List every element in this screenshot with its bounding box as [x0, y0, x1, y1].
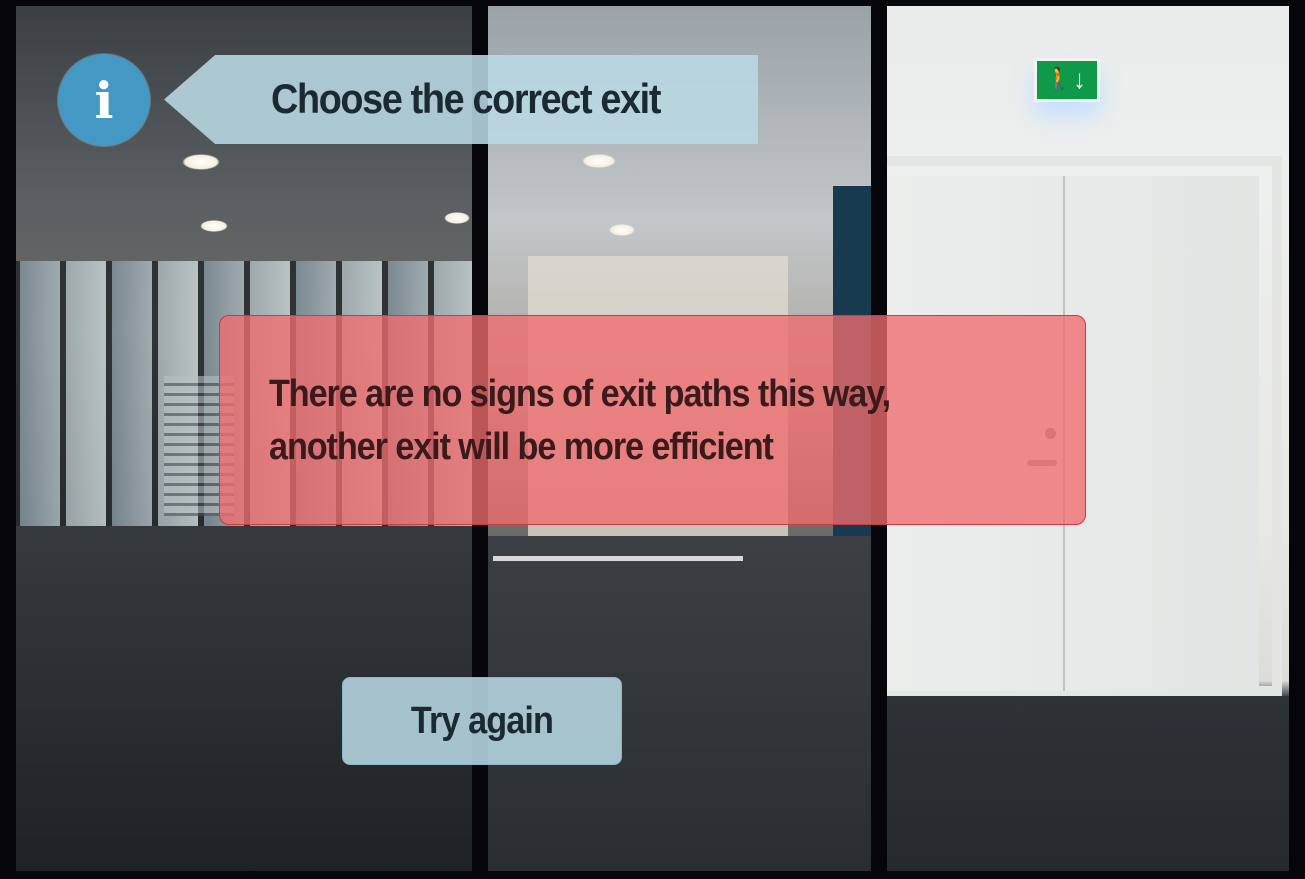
game-scene: 🚶 ↓ i Choose the correct exit There are …	[0, 0, 1305, 879]
feedback-box	[219, 315, 1086, 525]
ceiling-light	[444, 212, 470, 224]
ceiling-light	[609, 224, 635, 236]
emergency-exit-sign-icon: 🚶 ↓	[1034, 58, 1100, 102]
try-again-label: Try again	[410, 699, 554, 742]
panel-divider	[0, 0, 16, 879]
ceiling-light	[582, 154, 616, 168]
panel-divider	[1289, 0, 1305, 879]
floor	[887, 696, 1289, 871]
feedback-message-line-1: There are no signs of exit paths this wa…	[269, 373, 891, 415]
floor-marking	[493, 556, 743, 561]
info-icon: i	[58, 54, 150, 146]
ceiling-light	[200, 220, 228, 232]
try-again-button[interactable]: Try again	[342, 677, 622, 765]
instruction-text: Choose the correct exit	[271, 75, 661, 122]
feedback-message-line-2: another exit will be more efficient	[269, 426, 774, 468]
ceiling-light	[182, 154, 220, 170]
